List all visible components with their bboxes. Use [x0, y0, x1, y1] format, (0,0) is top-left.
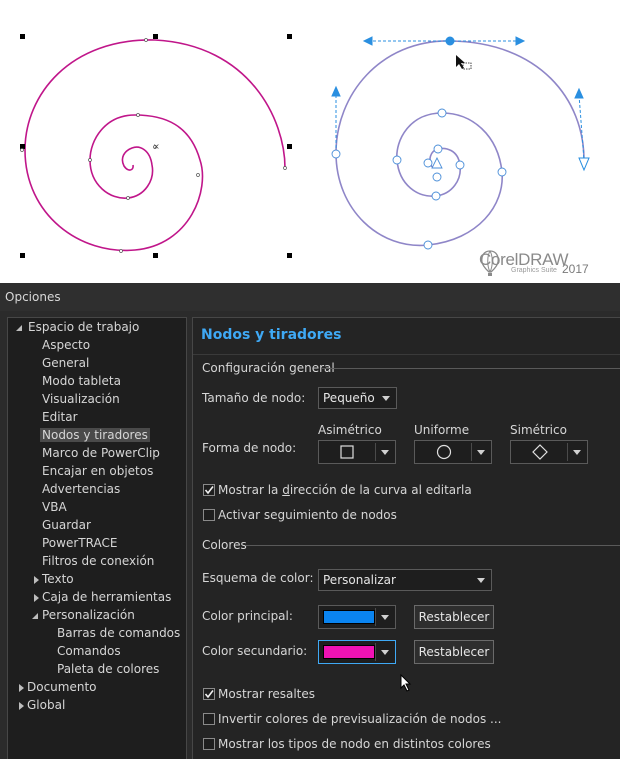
show-highlights-checkbox[interactable] — [203, 688, 215, 700]
secondary-color-picker[interactable] — [318, 640, 396, 664]
divider — [321, 368, 620, 369]
options-tree[interactable]: Espacio de trabajo Aspecto General Modo … — [7, 317, 187, 759]
tree-item-filters[interactable]: Filtros de conexión — [42, 553, 154, 570]
spiral-right-nodes — [331, 108, 507, 250]
dialog-title-bar: Opciones — [0, 283, 620, 311]
divider — [246, 545, 620, 546]
shape-asymmetric-label: Asimétrico — [318, 423, 382, 437]
checkmark-icon — [204, 486, 214, 495]
shape-uniform-label: Uniforme — [414, 423, 470, 437]
square-icon — [340, 445, 354, 459]
chevron-down-icon — [381, 650, 389, 655]
primary-color-swatch — [323, 610, 375, 624]
chevron-down-icon — [382, 396, 390, 401]
balloon-icon — [481, 250, 499, 276]
tree-item-powertrace[interactable]: PowerTRACE — [42, 535, 117, 552]
show-direction-label: Mostrar la dirección de la curva al edit… — [218, 483, 472, 497]
tree-item-text[interactable]: Texto — [32, 571, 74, 588]
circle-icon — [436, 444, 452, 460]
tree-item-warnings[interactable]: Advertencias — [42, 481, 120, 498]
color-scheme-label: Esquema de color: — [202, 571, 314, 585]
show-direction-checkbox[interactable] — [203, 484, 215, 496]
chevron-down-icon — [381, 615, 389, 620]
expand-icon[interactable] — [34, 594, 39, 602]
tree-item-commands[interactable]: Comandos — [57, 643, 121, 660]
tree-item-edit[interactable]: Editar — [42, 409, 78, 426]
tree-item-workspace[interactable]: Espacio de trabajo — [14, 319, 139, 336]
asymmetric-shape-select[interactable] — [318, 440, 396, 464]
page-title: Nodos y tiradores — [201, 327, 342, 343]
tree-item-aspect[interactable]: Aspecto — [42, 337, 90, 354]
secondary-color-swatch — [323, 645, 375, 659]
spiral-preview: × — [20, 34, 590, 258]
reset-secondary-button[interactable]: Restablecer — [414, 640, 494, 664]
node-types-colors-checkbox[interactable] — [203, 738, 215, 750]
settings-panel: Nodos y tiradores Configuración general … — [192, 317, 620, 759]
options-dialog: Opciones Espacio de trabajo Aspecto Gene… — [0, 283, 620, 759]
spiral-right-curve — [335, 40, 585, 247]
logo-year: 2017 — [562, 262, 589, 276]
coreldraw-logo: CorelDRAW Graphics Suite 2017 — [479, 250, 614, 280]
mouse-pointer-icon — [400, 674, 412, 692]
color-scheme-select[interactable]: Personalizar — [318, 569, 492, 591]
primary-color-picker[interactable] — [318, 605, 396, 629]
tree-item-command-bars[interactable]: Barras de comandos — [57, 625, 180, 642]
node-tracking-label: Activar seguimiento de nodos — [218, 508, 397, 522]
collapse-icon[interactable] — [32, 613, 38, 619]
tree-item-snap[interactable]: Encajar en objetos — [42, 463, 153, 480]
tree-item-save[interactable]: Guardar — [42, 517, 91, 534]
logo-subtitle: Graphics Suite — [511, 267, 557, 274]
node-size-label: Tamaño de nodo: — [202, 391, 306, 405]
tree-item-general[interactable]: General — [42, 355, 89, 372]
dialog-title: Opciones — [5, 290, 61, 304]
preview-area: × CorelDRAW Graphics Suite 2017 — [0, 0, 620, 283]
primary-color-label: Color principal: — [202, 609, 293, 623]
tree-item-toolbox[interactable]: Caja de herramientas — [32, 589, 171, 606]
chevron-down-icon — [381, 450, 389, 455]
expand-icon[interactable] — [19, 702, 24, 710]
diamond-icon — [532, 444, 548, 460]
node-tracking-checkbox[interactable] — [203, 509, 215, 521]
secondary-color-label: Color secundario: — [202, 644, 308, 658]
tree-item-display[interactable]: Visualización — [42, 391, 120, 408]
tree-item-tablet-mode[interactable]: Modo tableta — [42, 373, 121, 390]
tree-item-customization[interactable]: Personalización — [32, 607, 135, 624]
section-colors: Colores — [202, 538, 247, 552]
collapse-icon[interactable] — [16, 325, 22, 331]
svg-text:×: × — [153, 142, 160, 151]
reset-primary-button[interactable]: Restablecer — [414, 605, 494, 629]
invert-colors-checkbox[interactable] — [203, 713, 215, 725]
node-types-colors-label: Mostrar los tipos de nodo en distintos c… — [218, 737, 491, 751]
tree-item-document[interactable]: Documento — [17, 679, 97, 696]
active-node — [445, 36, 455, 46]
expand-icon[interactable] — [34, 576, 39, 584]
divider — [193, 354, 620, 355]
show-highlights-label: Mostrar resaltes — [218, 687, 316, 701]
tree-item-vba[interactable]: VBA — [42, 499, 67, 516]
cursor-icon — [456, 55, 472, 70]
direction-arrows — [331, 36, 590, 172]
node-size-select[interactable]: Pequeño — [318, 387, 397, 409]
node-shape-label: Forma de nodo: — [202, 441, 297, 455]
expand-icon[interactable] — [19, 684, 24, 692]
chevron-down-icon — [573, 450, 581, 455]
tree-item-nodes-handles[interactable]: Nodos y tiradores — [40, 427, 150, 444]
section-general: Configuración general — [202, 361, 335, 375]
chevron-down-icon — [477, 450, 485, 455]
checkmark-icon — [204, 690, 214, 699]
invert-colors-label: Invertir colores de previsualización de … — [218, 712, 502, 726]
tree-item-powerclip[interactable]: Marco de PowerClip — [42, 445, 160, 462]
tree-item-global[interactable]: Global — [17, 697, 65, 714]
symmetric-shape-select[interactable] — [510, 440, 588, 464]
uniform-shape-select[interactable] — [414, 440, 492, 464]
shape-symmetric-label: Simétrico — [510, 423, 567, 437]
tree-item-color-palette[interactable]: Paleta de colores — [57, 661, 159, 678]
chevron-down-icon — [477, 578, 485, 583]
